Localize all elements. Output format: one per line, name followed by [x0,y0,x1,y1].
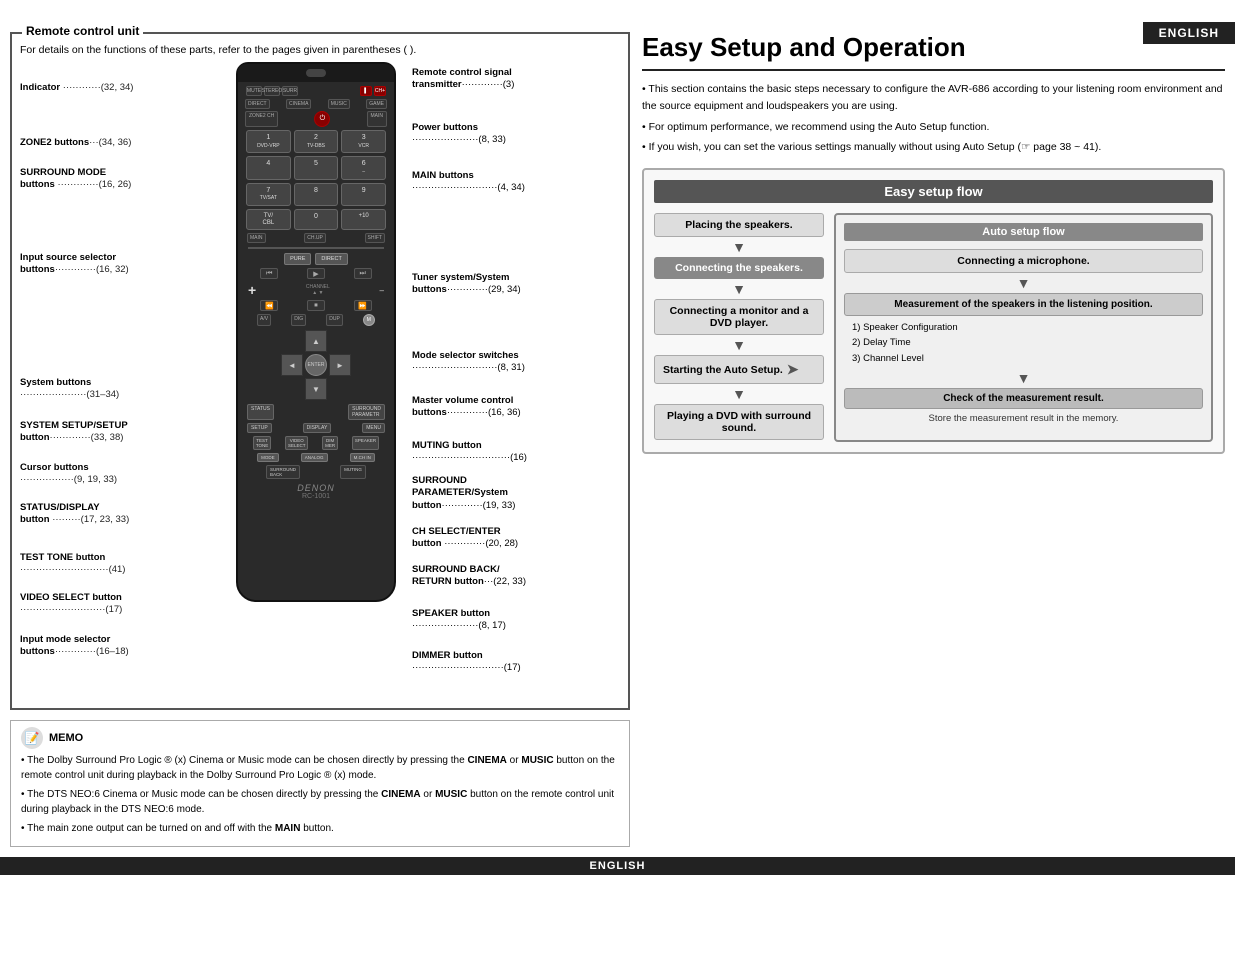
label-input-source: Input source selectorbuttons············… [20,252,129,277]
memo-title: MEMO [49,732,83,744]
flow-left-steps: Placing the speakers. ▼ Connecting the s… [654,213,824,442]
label-tuner-system: Tuner system/Systembuttons·············(… [412,272,521,297]
intro-bullet-2: For optimum performance, we recommend us… [642,119,1225,136]
auto-sub-item-2: 2) Delay Time [852,335,1203,350]
label-mode-selector: Mode selector switches ·················… [412,350,525,375]
label-surround-mode: SURROUND MODEbuttons ·············(16, 2… [20,167,131,192]
label-video-select: VIDEO SELECT button·····················… [20,592,122,617]
flow-arrow-3: ▼ [654,337,824,353]
label-system-setup: SYSTEM SETUP/SETUPbutton·············(33… [20,420,128,445]
auto-sub-item-1: 1) Speaker Configuration [852,320,1203,335]
section-title: Easy Setup and Operation [642,32,1225,63]
remote-image: MUTE STEREO SURR ▌ CH+ DIRECT [226,62,406,622]
remote-box-title: Remote control unit [22,24,143,38]
auto-flow-header: Auto setup flow [844,223,1203,241]
auto-store-text: Store the measurement result in the memo… [844,413,1203,424]
memo-body: • The Dolby Surround Pro Logic ® (x) Cin… [21,753,619,836]
label-ch-select: CH SELECT/ENTERbutton ·············(20, … [412,526,518,551]
intro-bullet-1: This section contains the basic steps ne… [642,81,1225,115]
label-surround-param: SURROUNDPARAMETER/Systembutton··········… [412,475,515,512]
flow-step-connecting-speakers: Connecting the speakers. [654,257,824,279]
flow-step-auto-setup-label: Starting the Auto Setup. [663,364,783,376]
flow-arrow-1: ▼ [654,239,824,255]
section-divider [642,69,1225,71]
flow-step-playing: Playing a DVD with surround sound. [654,404,824,440]
label-dimmer: DIMMER button ··························… [412,650,521,675]
intro-bullets: This section contains the basic steps ne… [642,81,1225,156]
labels-right-column: Remote control signaltransmitter········… [412,62,620,702]
label-indicator: Indicator ············(32, 34) [20,82,133,94]
top-english-banner: ENGLISH [1143,22,1235,44]
label-status-display: STATUS/DISPLAYbutton ·········(17, 23, 3… [20,502,129,527]
right-panel: Easy Setup and Operation This section co… [642,32,1225,847]
label-zone2: ZONE2 buttons···(34, 36) [20,137,131,149]
label-input-mode: Input mode selectorbuttons·············(… [20,634,129,659]
flow-arrow-2: ▼ [654,281,824,297]
auto-arrow-1: ▼ [844,275,1203,291]
label-power-buttons: Power buttons ·····················(8, 3… [412,122,506,147]
label-remote-signal: Remote control signaltransmitter········… [412,67,514,92]
auto-arrow-2: ▼ [844,370,1203,386]
easy-setup-flow-header: Easy setup flow [654,180,1213,203]
label-cursor: Cursor buttons·················(9, 19, 3… [20,462,117,487]
flow-step-monitor: Connecting a monitor and a DVD player. [654,299,824,335]
label-system-buttons: System buttons·····················(31–3… [20,377,119,402]
auto-setup-flow: Auto setup flow Connecting a microphone.… [834,213,1213,442]
memo-icon: 📝 [21,727,43,749]
auto-sub-item-3: 3) Channel Level [852,351,1203,366]
label-main-buttons: MAIN buttons ···························… [412,170,525,195]
auto-step-microphone: Connecting a microphone. [844,249,1203,273]
intro-bullet-3: If you wish, you can set the various set… [642,139,1225,156]
label-surround-back: SURROUND BACK/RETURN button···(22, 33) [412,564,526,589]
left-panel: Remote control unit For details on the f… [10,32,630,847]
remote-control-box: Remote control unit For details on the f… [10,32,630,710]
auto-step-measurement: Measurement of the speakers in the liste… [844,293,1203,316]
label-master-volume: Master volume controlbuttons············… [412,395,521,420]
label-test-tone: TEST TONE button························… [20,552,125,577]
flow-arrow-right: ➤ [787,361,799,378]
auto-sub-items: 1) Speaker Configuration 2) Delay Time 3… [852,320,1203,366]
flow-step-placing: Placing the speakers. [654,213,824,237]
remote-subtitle: For details on the functions of these pa… [20,44,620,56]
auto-step-check: Check of the measurement result. [844,388,1203,409]
flow-step-auto-setup-row: Starting the Auto Setup. ➤ [654,355,824,384]
bottom-english-banner: ENGLISH [0,857,1235,875]
label-speaker-button: SPEAKER button ·····················(8, … [412,608,506,633]
memo-section: 📝 MEMO • The Dolby Surround Pro Logic ® … [10,720,630,847]
flow-arrow-4: ▼ [654,386,824,402]
easy-setup-flow: Easy setup flow Placing the speakers. ▼ … [642,168,1225,454]
labels-left-column: Indicator ············(32, 34) ZONE2 but… [20,62,220,682]
label-muting: MUTING button ··························… [412,440,527,465]
